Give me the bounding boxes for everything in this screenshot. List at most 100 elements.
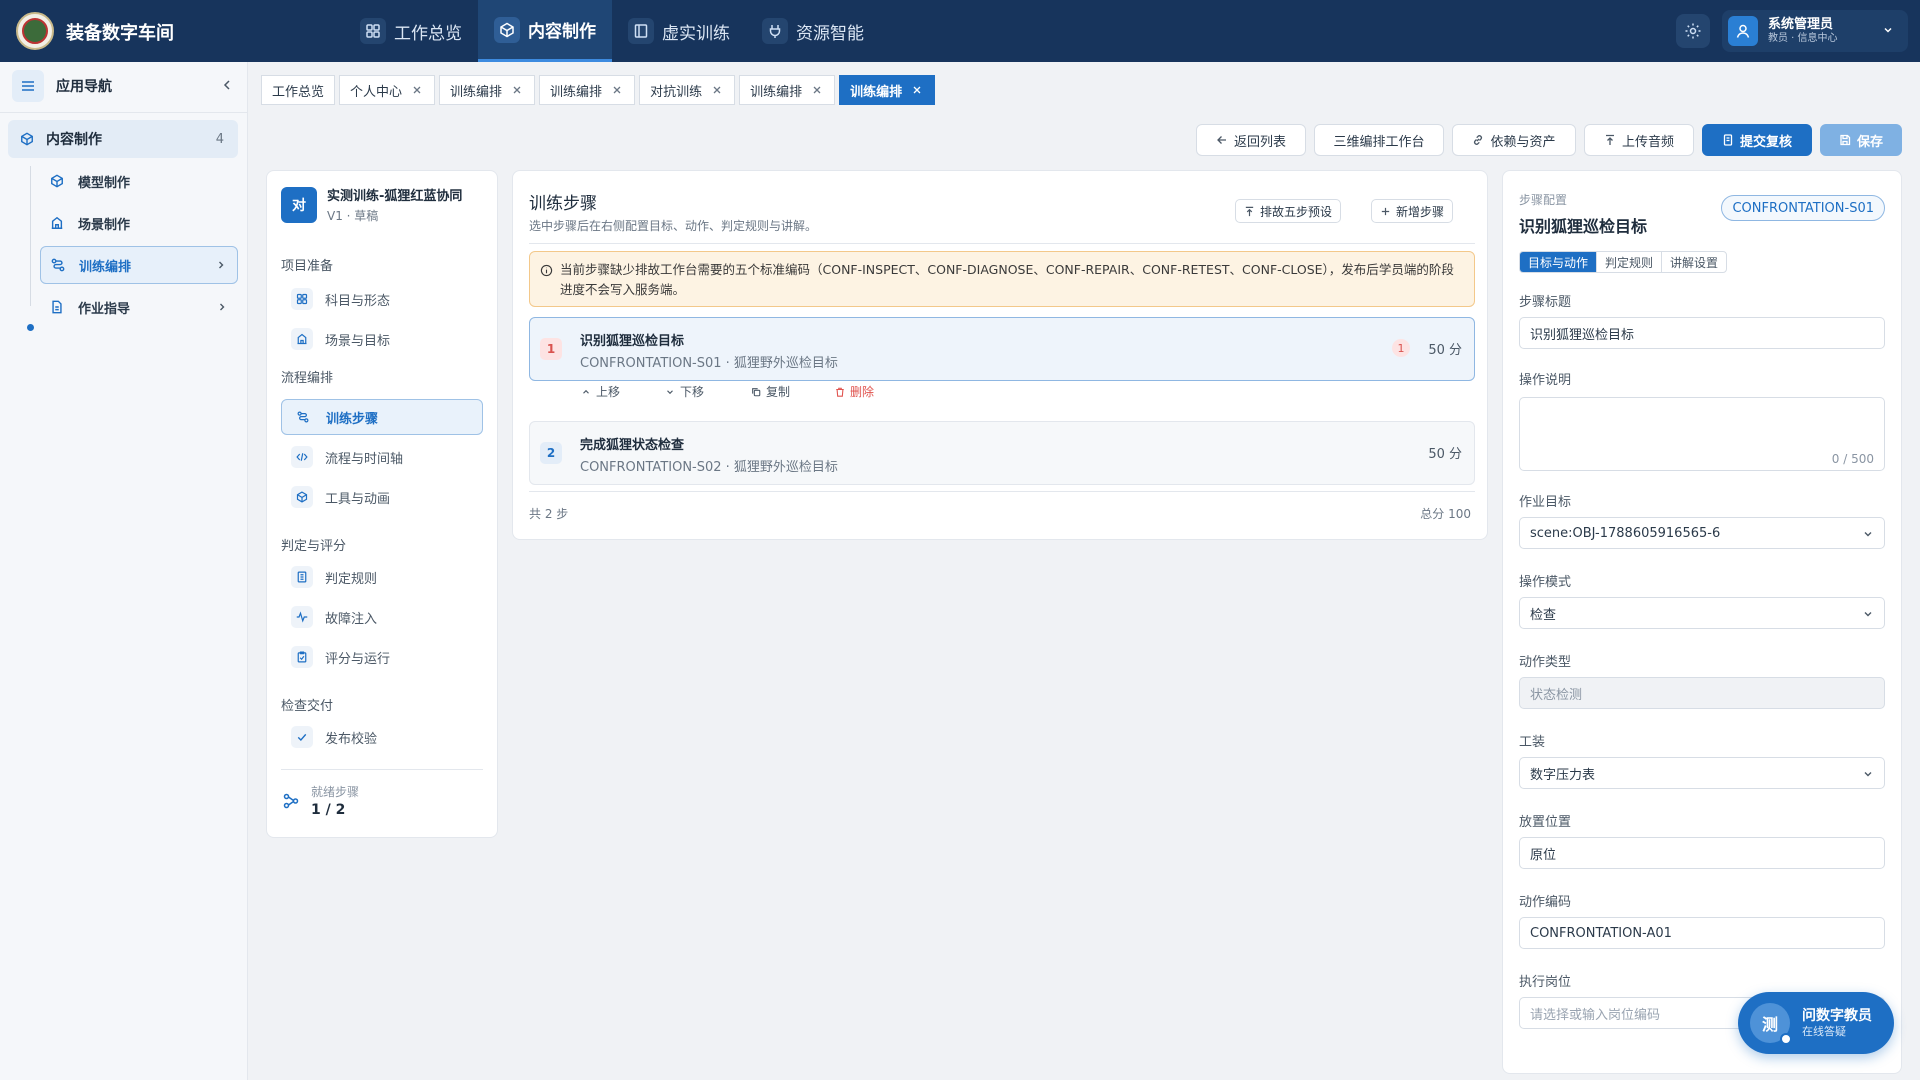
book-icon	[628, 18, 654, 44]
nav-fault-injection[interactable]: 故障注入	[281, 599, 483, 635]
step-title-input[interactable]: 识别狐狸巡检目标	[1519, 317, 1885, 349]
description-textarea[interactable]: 0 / 500	[1519, 397, 1885, 471]
sidebar-item-guide[interactable]: 作业指导	[40, 288, 238, 326]
topnav-resources[interactable]: 资源智能	[746, 0, 880, 62]
user-menu[interactable]: 系统管理员 教员 · 信息中心	[1722, 10, 1908, 52]
tab-overview[interactable]: 工作总览	[261, 75, 336, 105]
copy-label: 复制	[766, 385, 791, 399]
topnav-label: 虚实训练	[662, 23, 730, 44]
close-icon[interactable]	[710, 83, 724, 97]
trash-icon	[835, 387, 845, 397]
tool-select[interactable]: 数字压力表	[1519, 757, 1885, 789]
dependencies-button[interactable]: 依赖与资产	[1452, 124, 1576, 156]
preset-label: 排故五步预设	[1260, 204, 1333, 219]
plug-icon	[762, 18, 788, 44]
nav-subject-form[interactable]: 科目与形态	[281, 281, 483, 317]
online-dot	[1780, 1033, 1792, 1045]
item-label: 评分与运行	[325, 651, 391, 667]
tab-confrontation[interactable]: 对抗训练	[639, 75, 736, 105]
delete-label: 删除	[850, 385, 875, 399]
preset-five-steps-button[interactable]: 排故五步预设	[1235, 199, 1342, 223]
item-label: 流程与时间轴	[325, 451, 404, 467]
field-label: 作业目标	[1519, 495, 1572, 510]
tab-explain-settings[interactable]: 讲解设置	[1662, 252, 1726, 272]
tab-bar: 工作总览 个人中心 训练编排 训练编排 对抗训练 训练编排 训练编排	[261, 75, 936, 105]
tab-target-action[interactable]: 目标与动作	[1520, 252, 1598, 272]
ready-steps-label: 就绪步骤	[311, 785, 360, 799]
chevron-up-icon	[581, 387, 591, 397]
sidebar-item-scene[interactable]: 场景制作	[40, 204, 238, 242]
close-icon[interactable]	[610, 83, 624, 97]
topnav-overview[interactable]: 工作总览	[344, 0, 478, 62]
copy-button[interactable]: 复制	[751, 383, 790, 400]
building-icon	[50, 216, 64, 230]
step-code: CONFRONTATION-S02 · 狐狸野外巡检目标	[580, 460, 838, 475]
tab-training-1[interactable]: 训练编排	[439, 75, 536, 105]
tab-training-3[interactable]: 训练编排	[739, 75, 836, 105]
nav-scene-target[interactable]: 场景与目标	[281, 321, 483, 357]
nav-publish-check[interactable]: 发布校验	[281, 719, 483, 755]
close-icon[interactable]	[510, 83, 524, 97]
tab-personal[interactable]: 个人中心	[339, 75, 436, 105]
close-icon[interactable]	[810, 83, 824, 97]
divider	[529, 491, 1475, 492]
nav-tools-animation[interactable]: 工具与动画	[281, 479, 483, 515]
steps-panel: 训练步骤 选中步骤后在右侧配置目标、动作、判定规则与讲解。 排故五步预设 新增步…	[512, 170, 1488, 540]
topnav-training[interactable]: 虚实训练	[612, 0, 746, 62]
sidebar-item-model[interactable]: 模型制作	[40, 162, 238, 200]
place-input[interactable]: 原位	[1519, 837, 1885, 869]
assistant-avatar: 测	[1750, 1003, 1792, 1045]
step-name: 完成狐狸状态检查	[580, 438, 685, 453]
back-button[interactable]: 返回列表	[1196, 124, 1306, 156]
add-step-button[interactable]: 新增步骤	[1371, 199, 1454, 223]
nav-judge-rules[interactable]: 判定规则	[281, 559, 483, 595]
item-label: 训练步骤	[326, 411, 379, 427]
mode-select[interactable]: 检查	[1519, 597, 1885, 629]
nav-flow-timeline[interactable]: 流程与时间轴	[281, 439, 483, 475]
field-label: 动作类型	[1519, 655, 1572, 670]
nav-training-steps[interactable]: 训练步骤	[281, 399, 483, 435]
project-avatar: 对	[281, 187, 317, 223]
move-up-button[interactable]: 上移	[581, 383, 620, 400]
logo-icon	[16, 12, 54, 50]
chevron-down-icon	[1862, 608, 1874, 620]
submit-review-button[interactable]: 提交复核	[1702, 124, 1812, 156]
target-select[interactable]: scene:OBJ-1788605916565-6	[1519, 517, 1885, 549]
save-label: 保存	[1856, 134, 1883, 150]
side-nav: 应用导航 内容制作 4 模型制作 场景制作 训练编排 作业指导	[0, 62, 248, 1080]
close-icon[interactable]	[910, 83, 924, 97]
nav-group-content[interactable]: 内容制作 4	[8, 120, 238, 158]
step-code: CONFRONTATION-S01 · 狐狸野外巡检目标	[580, 356, 838, 371]
tab-training-active[interactable]: 训练编排	[839, 75, 936, 105]
step-name: 识别狐狸巡检目标	[580, 334, 685, 349]
top-bar: 装备数字车间 工作总览 内容制作 虚实训练 资源智能 系统管理员 教员 · 信息…	[0, 0, 1920, 62]
sidenav-title: 应用导航	[56, 79, 112, 95]
close-icon[interactable]	[410, 83, 424, 97]
action-code-input[interactable]: CONFRONTATION-A01	[1519, 917, 1885, 949]
assistant-title: 问数字教员	[1802, 1007, 1872, 1024]
tab-judge-rules[interactable]: 判定规则	[1597, 252, 1663, 272]
char-counter: 0 / 500	[1831, 452, 1874, 466]
config-title: 识别狐狸巡检目标	[1519, 217, 1648, 236]
sidebar-item-training[interactable]: 训练编排	[40, 246, 238, 284]
assistant-button[interactable]: 测 问数字教员 在线答疑	[1738, 992, 1894, 1054]
clipboard-icon	[291, 646, 313, 668]
step-number: 1	[540, 338, 562, 360]
workbench-button[interactable]: 三维编排工作台	[1314, 124, 1444, 156]
topnav-content[interactable]: 内容制作	[478, 0, 612, 62]
settings-button[interactable]	[1676, 14, 1710, 48]
section-title: 流程编排	[281, 371, 334, 386]
warning-text: 当前步骤缺少排故工作台需要的五个标准编码（CONF-INSPECT、CONF-D…	[560, 262, 1454, 297]
save-button[interactable]: 保存	[1820, 124, 1902, 156]
upload-audio-button[interactable]: 上传音频	[1584, 124, 1694, 156]
tab-training-2[interactable]: 训练编排	[539, 75, 636, 105]
move-down-button[interactable]: 下移	[665, 383, 704, 400]
step-card-2[interactable]: 2 完成狐狸状态检查 CONFRONTATION-S02 · 狐狸野外巡检目标 …	[529, 421, 1475, 485]
nav-scoring-run[interactable]: 评分与运行	[281, 639, 483, 675]
steps-total-score: 总分 100	[1420, 507, 1471, 521]
delete-button[interactable]: 删除	[835, 383, 874, 400]
item-label: 科目与形态	[325, 293, 391, 309]
menu-button[interactable]	[12, 70, 44, 102]
collapse-chevron-icon[interactable]	[220, 78, 234, 92]
step-card-1[interactable]: 1 识别狐狸巡检目标 CONFRONTATION-S01 · 狐狸野外巡检目标 …	[529, 317, 1475, 381]
